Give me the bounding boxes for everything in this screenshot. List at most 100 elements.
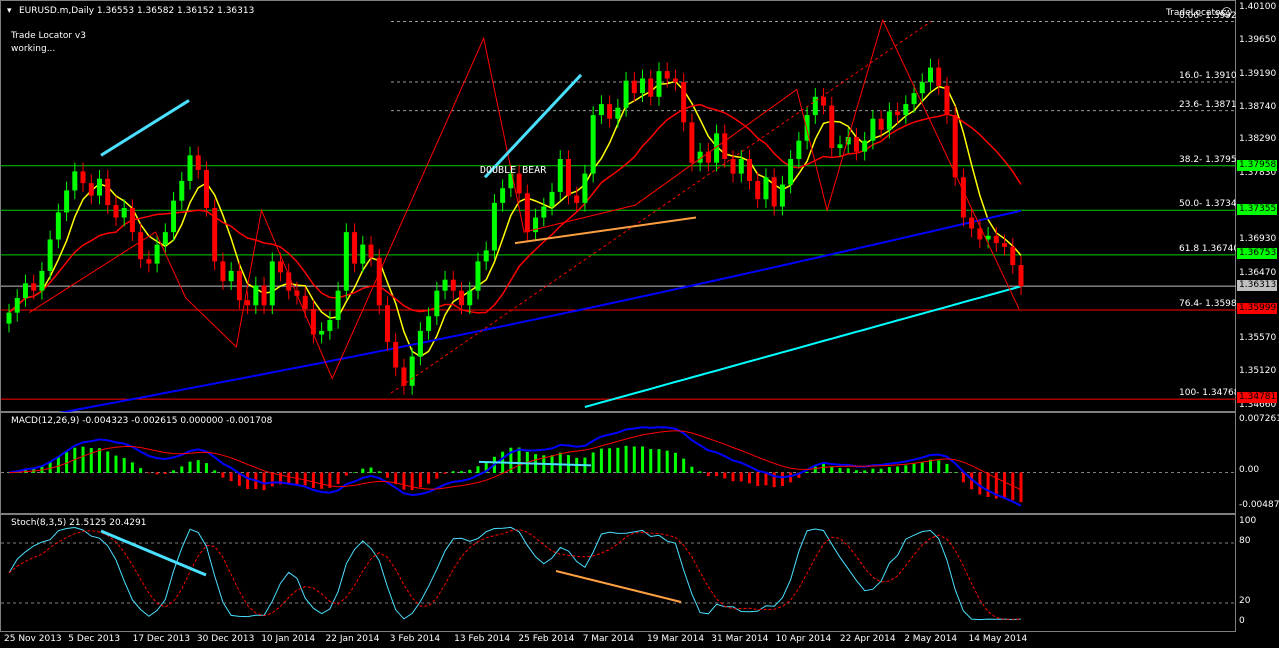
candle-body	[574, 195, 580, 203]
macd-histogram-bar	[846, 468, 850, 473]
time-tick: 2 May 2014	[904, 634, 958, 644]
candle-body	[903, 104, 909, 116]
macd-histogram-bar	[599, 448, 603, 473]
candle-body	[648, 78, 654, 97]
price-tick: 1.36930	[1239, 233, 1277, 244]
macd-pane[interactable]: MACD(12,26,9) -0.004323 -0.002615 0.0000…	[0, 412, 1237, 514]
candle-body	[730, 158, 736, 174]
time-axis[interactable]: 25 Nov 2013 5 Dec 2013 17 Dec 2013 30 Dec 2…	[0, 632, 1236, 648]
candle-body	[1002, 243, 1008, 247]
candle-body	[927, 67, 933, 83]
candle-body	[154, 244, 160, 264]
macd-histogram-bar	[978, 472, 982, 495]
stoch-tick: 20	[1239, 596, 1251, 606]
macd-histogram-bar	[155, 472, 159, 475]
candle-body	[541, 206, 547, 218]
macd-signal-line	[8, 430, 1022, 491]
candle-body	[582, 173, 588, 203]
candle-body	[171, 200, 177, 233]
macd-histogram-bar	[468, 469, 472, 473]
candle-body	[771, 177, 777, 207]
candle-body	[829, 105, 835, 149]
indicator-status: working...	[11, 44, 56, 54]
candle-body	[524, 193, 530, 233]
candle-body	[598, 104, 604, 116]
macd-histogram-bar	[789, 472, 793, 483]
macd-histogram-bar	[682, 458, 686, 473]
candle-body	[343, 232, 349, 291]
candle-body	[722, 133, 728, 159]
candle-body	[788, 158, 794, 185]
stochastic-pane[interactable]: Stoch(8,3,5) 21.5125 20.4291	[0, 514, 1237, 632]
price-badge: 1.36313	[1237, 280, 1277, 292]
stochastic-axis[interactable]: 100 80 20 0	[1236, 514, 1279, 632]
price-badge: 1.34781	[1237, 392, 1277, 404]
candle-body	[738, 158, 744, 174]
time-tick: 14 May 2014	[968, 634, 1028, 644]
price-tick: 1.39650	[1239, 34, 1277, 45]
candle-body	[80, 171, 86, 184]
macd-axis[interactable]: 0.007261 0.00 -0.004875	[1236, 412, 1279, 514]
price-tick: 1.39190	[1239, 68, 1277, 79]
candle-body	[878, 118, 884, 130]
indicator-name: Trade Locator v3	[11, 31, 86, 41]
macd-histogram-bar	[89, 448, 93, 473]
candle-body	[245, 300, 251, 306]
price-chart-pane[interactable]: ▾ EURUSD.m,Daily 1.36553 1.36582 1.36152…	[0, 0, 1242, 413]
ma-fast-line	[8, 80, 1022, 358]
price-tick: 1.35570	[1239, 333, 1277, 344]
candle-body	[623, 80, 629, 108]
candle-body	[121, 208, 127, 218]
candle-body	[55, 212, 61, 240]
macd-histogram-bar	[747, 472, 751, 484]
candle-body	[862, 140, 868, 152]
macd-histogram-bar	[246, 472, 250, 490]
price-chart-canvas	[1, 18, 1237, 413]
symbol-dropdown-icon[interactable]: ▾	[7, 6, 12, 16]
macd-histogram-bar	[98, 448, 102, 473]
fib-label: 100- 1.34768	[1179, 388, 1240, 399]
candle-body	[261, 285, 267, 306]
time-tick: 19 Mar 2014	[647, 634, 705, 644]
candle-body	[475, 261, 481, 291]
candle-body	[500, 188, 506, 203]
macd-histogram-bar	[928, 459, 932, 473]
candle-body	[919, 82, 925, 94]
macd-histogram-bar	[641, 446, 645, 473]
candle-body	[434, 290, 440, 317]
candle-body	[327, 319, 333, 331]
candle-body	[779, 184, 785, 207]
macd-histogram-bar	[336, 472, 340, 485]
macd-histogram-bar	[945, 463, 949, 473]
stoch-tick: 0	[1239, 616, 1245, 626]
candle-body	[631, 80, 637, 94]
macd-histogram-bar	[673, 452, 677, 473]
macd-histogram-bar	[303, 472, 307, 486]
candle-body	[253, 285, 259, 306]
time-tick: 10 Apr 2014	[775, 634, 832, 644]
candle-body	[590, 115, 596, 174]
price-badge: 1.36753	[1237, 247, 1277, 259]
candle-body	[607, 104, 613, 119]
macd-histogram-bar	[402, 472, 406, 490]
macd-histogram-bar	[353, 472, 357, 473]
macd-histogram-bar	[912, 463, 916, 473]
macd-histogram-bar	[130, 462, 134, 473]
candle-body	[656, 71, 662, 97]
stochastic-canvas	[1, 526, 1237, 621]
candle-body	[335, 290, 341, 320]
candle-body	[146, 259, 152, 264]
fib-label: 61.8 1.36740	[1179, 243, 1240, 254]
fib-label: 50.0- 1.37349	[1179, 199, 1243, 210]
macd-histogram-bar	[172, 470, 176, 473]
macd-histogram-bar	[723, 472, 727, 479]
candle-body	[565, 158, 571, 196]
macd-histogram-bar	[221, 472, 225, 478]
price-tick: 1.35120	[1239, 366, 1277, 377]
time-tick: 22 Jan 2014	[325, 634, 380, 644]
candle-body	[467, 290, 473, 306]
macd-histogram-bar	[443, 472, 447, 474]
macd-histogram-bar	[805, 471, 809, 473]
candle-body	[853, 137, 859, 152]
candle-body	[39, 270, 45, 291]
